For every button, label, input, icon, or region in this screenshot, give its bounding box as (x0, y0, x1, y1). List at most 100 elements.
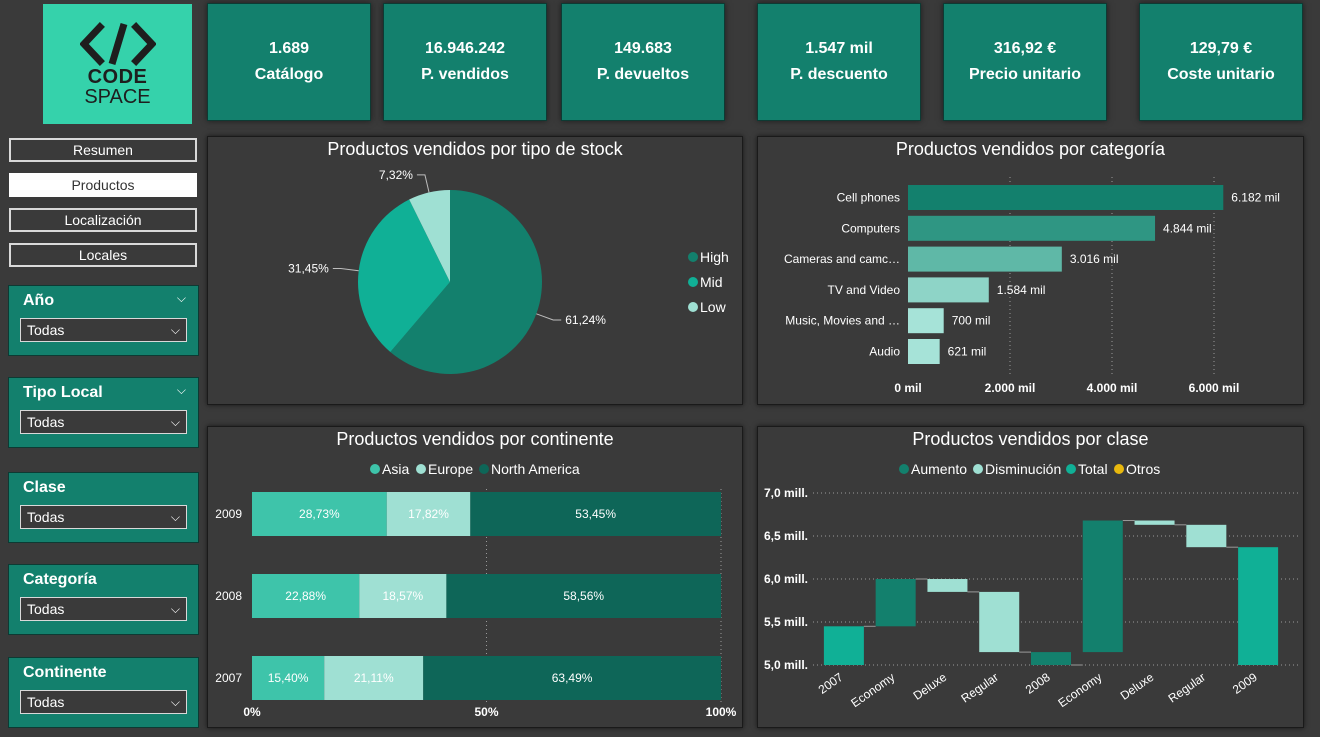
dropdown-value: Todas (27, 601, 65, 617)
category-label: Music, Movies and … (785, 314, 900, 328)
waterfall-bar-3 (979, 591, 1020, 653)
bar-value-label: 3.016 mil (1070, 252, 1119, 266)
legend-marker-disminución (973, 464, 983, 474)
panel-bar-categoria: Productos vendidos por categoría 0 mil 2.… (757, 136, 1304, 405)
legend-label: Aumento (911, 461, 967, 477)
waterfall-chart: Aumento Disminución Total Otros 5,0 mill. 5,5… (764, 461, 1299, 710)
slicer-dropdown[interactable]: Todas ⌵ (20, 690, 187, 714)
bar-value-label: 1.584 mil (997, 283, 1046, 297)
slicer-dropdown[interactable]: Todas ⌵ (20, 318, 187, 342)
dropdown-value: Todas (27, 509, 65, 525)
waterfall-bar-2 (927, 579, 968, 592)
segment-data-label: 28,73% (299, 507, 340, 521)
waterfall-bar-5 (1082, 520, 1123, 653)
chevron-down-icon[interactable]: ⌵ (177, 291, 186, 306)
legend-marker-otros (1114, 464, 1124, 474)
slicer-clase: Clase Todas ⌵ (8, 472, 199, 543)
legend-marker-north-america (479, 464, 489, 474)
x-tick-label: Economy (848, 670, 897, 710)
pie-data-label: 61,24% (565, 313, 606, 327)
slicer-continente: Continente Todas ⌵ (8, 657, 199, 728)
slicer-title: Clase (23, 479, 66, 496)
category-label: Cell phones (837, 191, 900, 205)
x-tick-label: 50% (474, 705, 498, 719)
pie-data-label: 7,32% (379, 168, 413, 182)
dropdown-value: Todas (27, 694, 65, 710)
category-label: 2009 (215, 507, 242, 521)
slicer-title: Categoría (23, 571, 97, 588)
kpi-card-precio: 316,92 € Precio unitario (943, 3, 1107, 121)
bar-value-label: 700 mil (952, 314, 991, 328)
x-tick-label: 2008 (1023, 670, 1053, 697)
segment-data-label: 15,40% (268, 671, 309, 685)
waterfall-bar-4 (1031, 652, 1071, 665)
x-tick-label: 2009 (1230, 670, 1260, 697)
x-tick-label: Deluxe (1118, 670, 1157, 703)
x-tick-label: 0% (243, 705, 261, 719)
kpi-label: Precio unitario (968, 66, 1082, 83)
legend-label-mid: Mid (700, 274, 723, 290)
y-tick-label: 5,0 mill. (764, 658, 808, 672)
segment-data-label: 21,11% (354, 671, 394, 685)
waterfall-bar-8 (1238, 547, 1279, 665)
legend-marker-mid (688, 277, 698, 287)
slicer-ano: Año ⌵ Todas ⌵ (8, 285, 199, 356)
nav-resumen-button[interactable]: Resumen (9, 138, 197, 162)
legend-marker-asia (370, 464, 380, 474)
category-label: Computers (841, 221, 900, 235)
x-tick-label: 2.000 mil (985, 381, 1036, 395)
chevron-down-icon: ⌵ (170, 415, 180, 429)
x-tick-label: Regular (1166, 670, 1208, 706)
bar-4 (908, 308, 944, 334)
nav-locales-button[interactable]: Locales (9, 243, 197, 267)
kpi-label: P. descuento (790, 66, 888, 83)
kpi-card-devueltos: 149.683 P. devueltos (561, 3, 725, 121)
segment-data-label: 63,49% (552, 671, 593, 685)
bar-0 (908, 185, 1224, 210)
nav-productos-button[interactable]: Productos (9, 173, 197, 197)
waterfall-bar-0 (823, 626, 864, 665)
legend-marker-europe (416, 464, 426, 474)
segment-data-label: 17,82% (408, 507, 449, 521)
kpi-label: P. devueltos (596, 66, 690, 83)
panel-stacked-continente: Productos vendidos por continente Asia Eu… (207, 426, 743, 728)
legend-label: Europe (428, 461, 473, 477)
bar-3 (908, 277, 989, 303)
slicer-dropdown[interactable]: Todas ⌵ (20, 505, 187, 529)
waterfall-bar-1 (875, 579, 916, 627)
legend-label: Total (1078, 461, 1108, 477)
x-tick-label: 6.000 mil (1189, 381, 1240, 395)
kpi-value: 129,79 € (1189, 40, 1253, 57)
x-tick-label: Deluxe (911, 670, 950, 703)
pie-leader-line (332, 268, 359, 272)
kpi-value: 316,92 € (993, 40, 1057, 57)
panel-waterfall-clase: Productos vendidos por clase Aumento Dism… (757, 426, 1304, 728)
nav-localizacion-button[interactable]: Localización (9, 208, 197, 232)
y-tick-label: 6,5 mill. (764, 529, 808, 543)
chevron-down-icon[interactable]: ⌵ (177, 383, 186, 398)
code-brackets-icon (79, 22, 156, 66)
category-label: Audio (869, 345, 900, 359)
y-tick-label: 6,0 mill. (764, 572, 808, 586)
pie-leader-line (416, 174, 430, 193)
legend-marker-aumento (899, 464, 909, 474)
x-tick-label: 0 mil (894, 381, 921, 395)
chevron-down-icon: ⌵ (170, 323, 180, 337)
logo-line-2: SPACE (84, 86, 151, 108)
x-tick-label: 4.000 mil (1087, 381, 1138, 395)
category-bar-chart: 0 mil 2.000 mil 4.000 mil 6.000 mil Cell pho… (784, 177, 1280, 395)
slicer-title: Continente (23, 664, 107, 681)
category-label: 2008 (215, 589, 242, 603)
continent-stacked-chart: Asia Europe North America 28,73% 17,82% 53,45… (215, 461, 736, 719)
kpi-card-catalogo: 1.689 Catálogo (207, 3, 371, 121)
segment-data-label: 22,88% (285, 589, 326, 603)
slicer-dropdown[interactable]: Todas ⌵ (20, 597, 187, 621)
y-tick-label: 7,0 mill. (764, 486, 808, 500)
legend-label: Disminución (985, 461, 1061, 477)
segment-data-label: 58,56% (563, 589, 604, 603)
kpi-value: 1.547 mil (805, 40, 873, 57)
bar-value-label: 6.182 mil (1231, 191, 1280, 205)
category-label: Cameras and camc… (784, 252, 900, 266)
bar-5 (908, 339, 940, 364)
slicer-dropdown[interactable]: Todas ⌵ (20, 410, 187, 434)
